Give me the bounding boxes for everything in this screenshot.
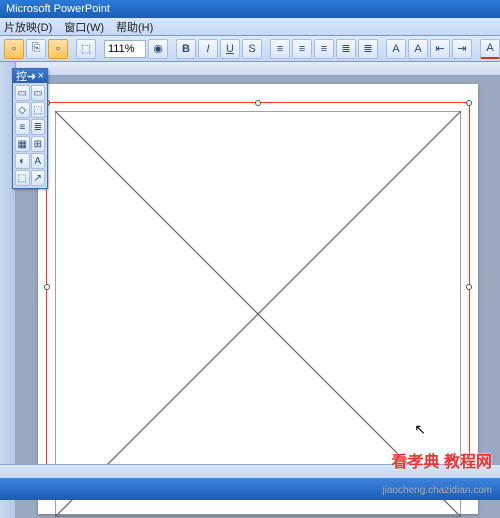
shadow-button[interactable]: S bbox=[242, 39, 262, 59]
shape-rect-icon[interactable]: ▭ bbox=[15, 85, 30, 101]
indent-left-icon[interactable]: ⇤ bbox=[430, 39, 450, 59]
align-right-icon[interactable]: ≡ bbox=[314, 39, 334, 59]
shape-box-icon[interactable]: ⬚ bbox=[31, 102, 46, 118]
frame-icon[interactable]: ⬚ bbox=[15, 170, 30, 186]
font-color-button[interactable]: A bbox=[480, 39, 500, 59]
panel-body: ▭ ▭ ◇ ⬚ ≡ ≣ ▦ ⊞ ◐ A ⬚ ↗ bbox=[13, 83, 47, 188]
table-icon[interactable]: ⊞ bbox=[31, 136, 46, 152]
selected-placeholder[interactable] bbox=[46, 102, 470, 472]
help-icon[interactable]: ◉ bbox=[148, 39, 168, 59]
text-icon[interactable]: A bbox=[31, 153, 46, 169]
formatting-toolbar: ▫ ⎘ ▫ ⬚ 111% ◉ B I U S ≡ ≡ ≡ ≣ ≣ A A ⇤ ⇥… bbox=[0, 36, 500, 62]
resize-handle[interactable] bbox=[466, 284, 472, 290]
close-icon[interactable]: × bbox=[38, 70, 44, 82]
menu-slideshow[interactable]: 片放映(D) bbox=[4, 19, 52, 35]
panel-titlebar[interactable]: 控➜ × bbox=[13, 69, 47, 83]
panel-title: 控➜ bbox=[16, 68, 36, 84]
arrow-icon[interactable]: ↗ bbox=[31, 170, 46, 186]
tool-button[interactable]: ⬚ bbox=[76, 39, 96, 59]
horizontal-ruler bbox=[16, 62, 500, 76]
italic-button[interactable]: I bbox=[198, 39, 218, 59]
list-icon[interactable]: ≣ bbox=[31, 119, 46, 135]
menu-window[interactable]: 窗口(W) bbox=[64, 19, 104, 35]
numbering-icon[interactable]: ≣ bbox=[358, 39, 378, 59]
shape-diamond-icon[interactable]: ◇ bbox=[15, 102, 30, 118]
mouse-cursor-icon: ↖ bbox=[414, 421, 426, 438]
increase-font-icon[interactable]: A bbox=[386, 39, 406, 59]
grid-icon[interactable]: ▦ bbox=[15, 136, 30, 152]
pie-icon[interactable]: ◐ bbox=[15, 153, 30, 169]
decrease-font-icon[interactable]: A bbox=[408, 39, 428, 59]
bullets-icon[interactable]: ≣ bbox=[336, 39, 356, 59]
resize-handle[interactable] bbox=[466, 100, 472, 106]
menu-bar: 片放映(D) 窗口(W) 帮助(H) bbox=[0, 18, 500, 36]
watermark-brand: 看孝典 教程网 bbox=[392, 448, 492, 472]
resize-handle[interactable] bbox=[44, 284, 50, 290]
window-title: Microsoft PowerPoint bbox=[6, 3, 110, 15]
menu-help[interactable]: 帮助(H) bbox=[116, 19, 153, 35]
tool-button[interactable]: ⎘ bbox=[26, 39, 46, 59]
zoom-combo[interactable]: 111% bbox=[104, 40, 146, 58]
title-bar: Microsoft PowerPoint bbox=[0, 0, 500, 18]
align-left-icon[interactable]: ≡ bbox=[270, 39, 290, 59]
indent-right-icon[interactable]: ⇥ bbox=[452, 39, 472, 59]
watermark-url: jiaocheng.chazidian.com bbox=[382, 485, 492, 496]
tool-button[interactable]: ▫ bbox=[48, 39, 68, 59]
zoom-value: 111% bbox=[108, 43, 135, 55]
tool-button[interactable]: ▫ bbox=[4, 39, 24, 59]
align-center-icon[interactable]: ≡ bbox=[292, 39, 312, 59]
drawing-tools-panel[interactable]: 控➜ × ▭ ▭ ◇ ⬚ ≡ ≣ ▦ ⊞ ◐ A ⬚ ↗ bbox=[12, 68, 48, 189]
bold-button[interactable]: B bbox=[176, 39, 196, 59]
lines-icon[interactable]: ≡ bbox=[15, 119, 30, 135]
underline-button[interactable]: U bbox=[220, 39, 240, 59]
resize-handle[interactable] bbox=[255, 100, 261, 106]
shape-rect2-icon[interactable]: ▭ bbox=[31, 85, 46, 101]
